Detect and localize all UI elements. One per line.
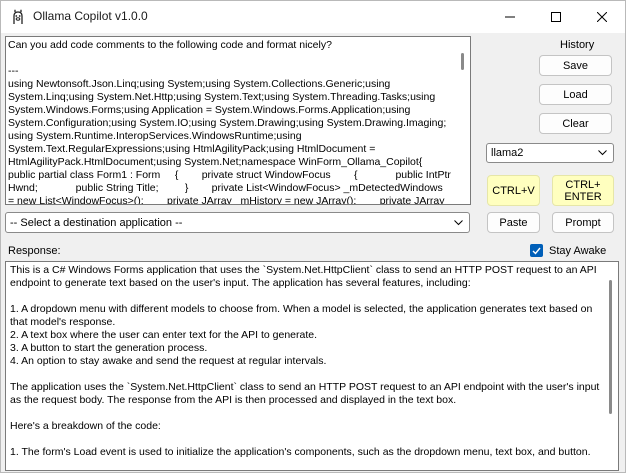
prompt-line: Hwnd; public String Title; } private Lis… [8, 182, 443, 194]
prompt-line: --- [8, 65, 19, 77]
close-button[interactable] [579, 1, 625, 33]
window-title: Ollama Copilot v1.0.0 [33, 9, 148, 23]
destination-select[interactable]: -- Select a destination application -- [5, 212, 470, 233]
model-select[interactable]: llama2 [486, 143, 614, 163]
prompt-textarea[interactable]: Can you add code comments to the followi… [5, 36, 471, 205]
clear-button[interactable]: Clear [539, 113, 612, 134]
chevron-down-icon [454, 219, 463, 225]
maximize-icon [551, 12, 561, 22]
app-window: Ollama Copilot v1.0.0 Can you add code c… [0, 0, 626, 473]
destination-select-value: -- Select a destination application -- [10, 216, 183, 229]
prompt-line: System.Windows.Forms;using Application =… [8, 104, 411, 116]
history-label: History [560, 39, 595, 51]
response-paragraph: Here's a breakdown of the code: [10, 420, 161, 432]
load-button[interactable]: Load [539, 84, 612, 105]
prompt-line: HtmlAgilityPack.HtmlDocument;using Syste… [8, 156, 423, 168]
checkmark-icon [532, 247, 541, 255]
stay-awake-checkbox[interactable] [530, 244, 543, 257]
prompt-line: using Newtonsoft.Json.Linq;using System;… [8, 78, 391, 90]
prompt-line [8, 52, 456, 65]
prompt-scrollbar-thumb[interactable] [461, 53, 464, 70]
minimize-button[interactable] [487, 1, 533, 33]
stay-awake-label[interactable]: Stay Awake [549, 245, 606, 257]
prompt-line: System.Linq;using System.Net.Http;using … [8, 91, 436, 103]
response-paragraph [10, 433, 604, 446]
paste-button[interactable]: Paste [487, 212, 540, 233]
response-paragraph [10, 407, 604, 420]
response-scrollbar-thumb[interactable] [609, 280, 612, 414]
ctrl-v-button[interactable]: CTRL+V [487, 175, 540, 206]
maximize-button[interactable] [533, 1, 579, 33]
prompt-line: using System.Runtime.InteropServices.Win… [8, 130, 302, 142]
response-paragraph: 1. A dropdown menu with different models… [10, 303, 593, 328]
close-icon [597, 12, 607, 22]
save-button[interactable]: Save [539, 55, 612, 76]
prompt-line: System.Configuration;using System.IO;usi… [8, 117, 447, 129]
response-text: This is a C# Windows Forms application t… [10, 264, 604, 459]
response-paragraph [10, 290, 604, 303]
prompt-line: Can you add code comments to the followi… [8, 39, 332, 51]
prompt-line: = new List<WindowFocus>(); private JArra… [8, 195, 445, 205]
prompt-line: public partial class Form1 : Form { priv… [8, 169, 451, 181]
prompt-text: Can you add code comments to the followi… [8, 39, 456, 205]
chevron-down-icon [598, 150, 607, 156]
response-paragraph: 4. An option to stay awake and send the … [10, 355, 327, 367]
response-paragraph: 2. A text box where the user can enter t… [10, 329, 318, 341]
minimize-icon [505, 16, 515, 18]
prompt-button[interactable]: Prompt [552, 212, 614, 233]
response-paragraph: 3. A button to start the generation proc… [10, 342, 208, 354]
response-label: Response: [8, 245, 61, 257]
response-paragraph: 1. The form's Load event is used to init… [10, 446, 591, 458]
title-bar[interactable]: Ollama Copilot v1.0.0 [1, 1, 625, 33]
prompt-line: System.Text.RegularExpressions;using Htm… [8, 143, 376, 155]
response-textarea[interactable]: This is a C# Windows Forms application t… [5, 261, 619, 471]
ctrl-enter-button[interactable]: CTRL+ ENTER [552, 175, 614, 206]
model-select-value: llama2 [491, 147, 524, 159]
response-paragraph: This is a C# Windows Forms application t… [10, 264, 597, 289]
response-paragraph: The application uses the `System.Net.Htt… [10, 381, 600, 406]
response-paragraph [10, 368, 604, 381]
llama-icon [13, 9, 23, 24]
